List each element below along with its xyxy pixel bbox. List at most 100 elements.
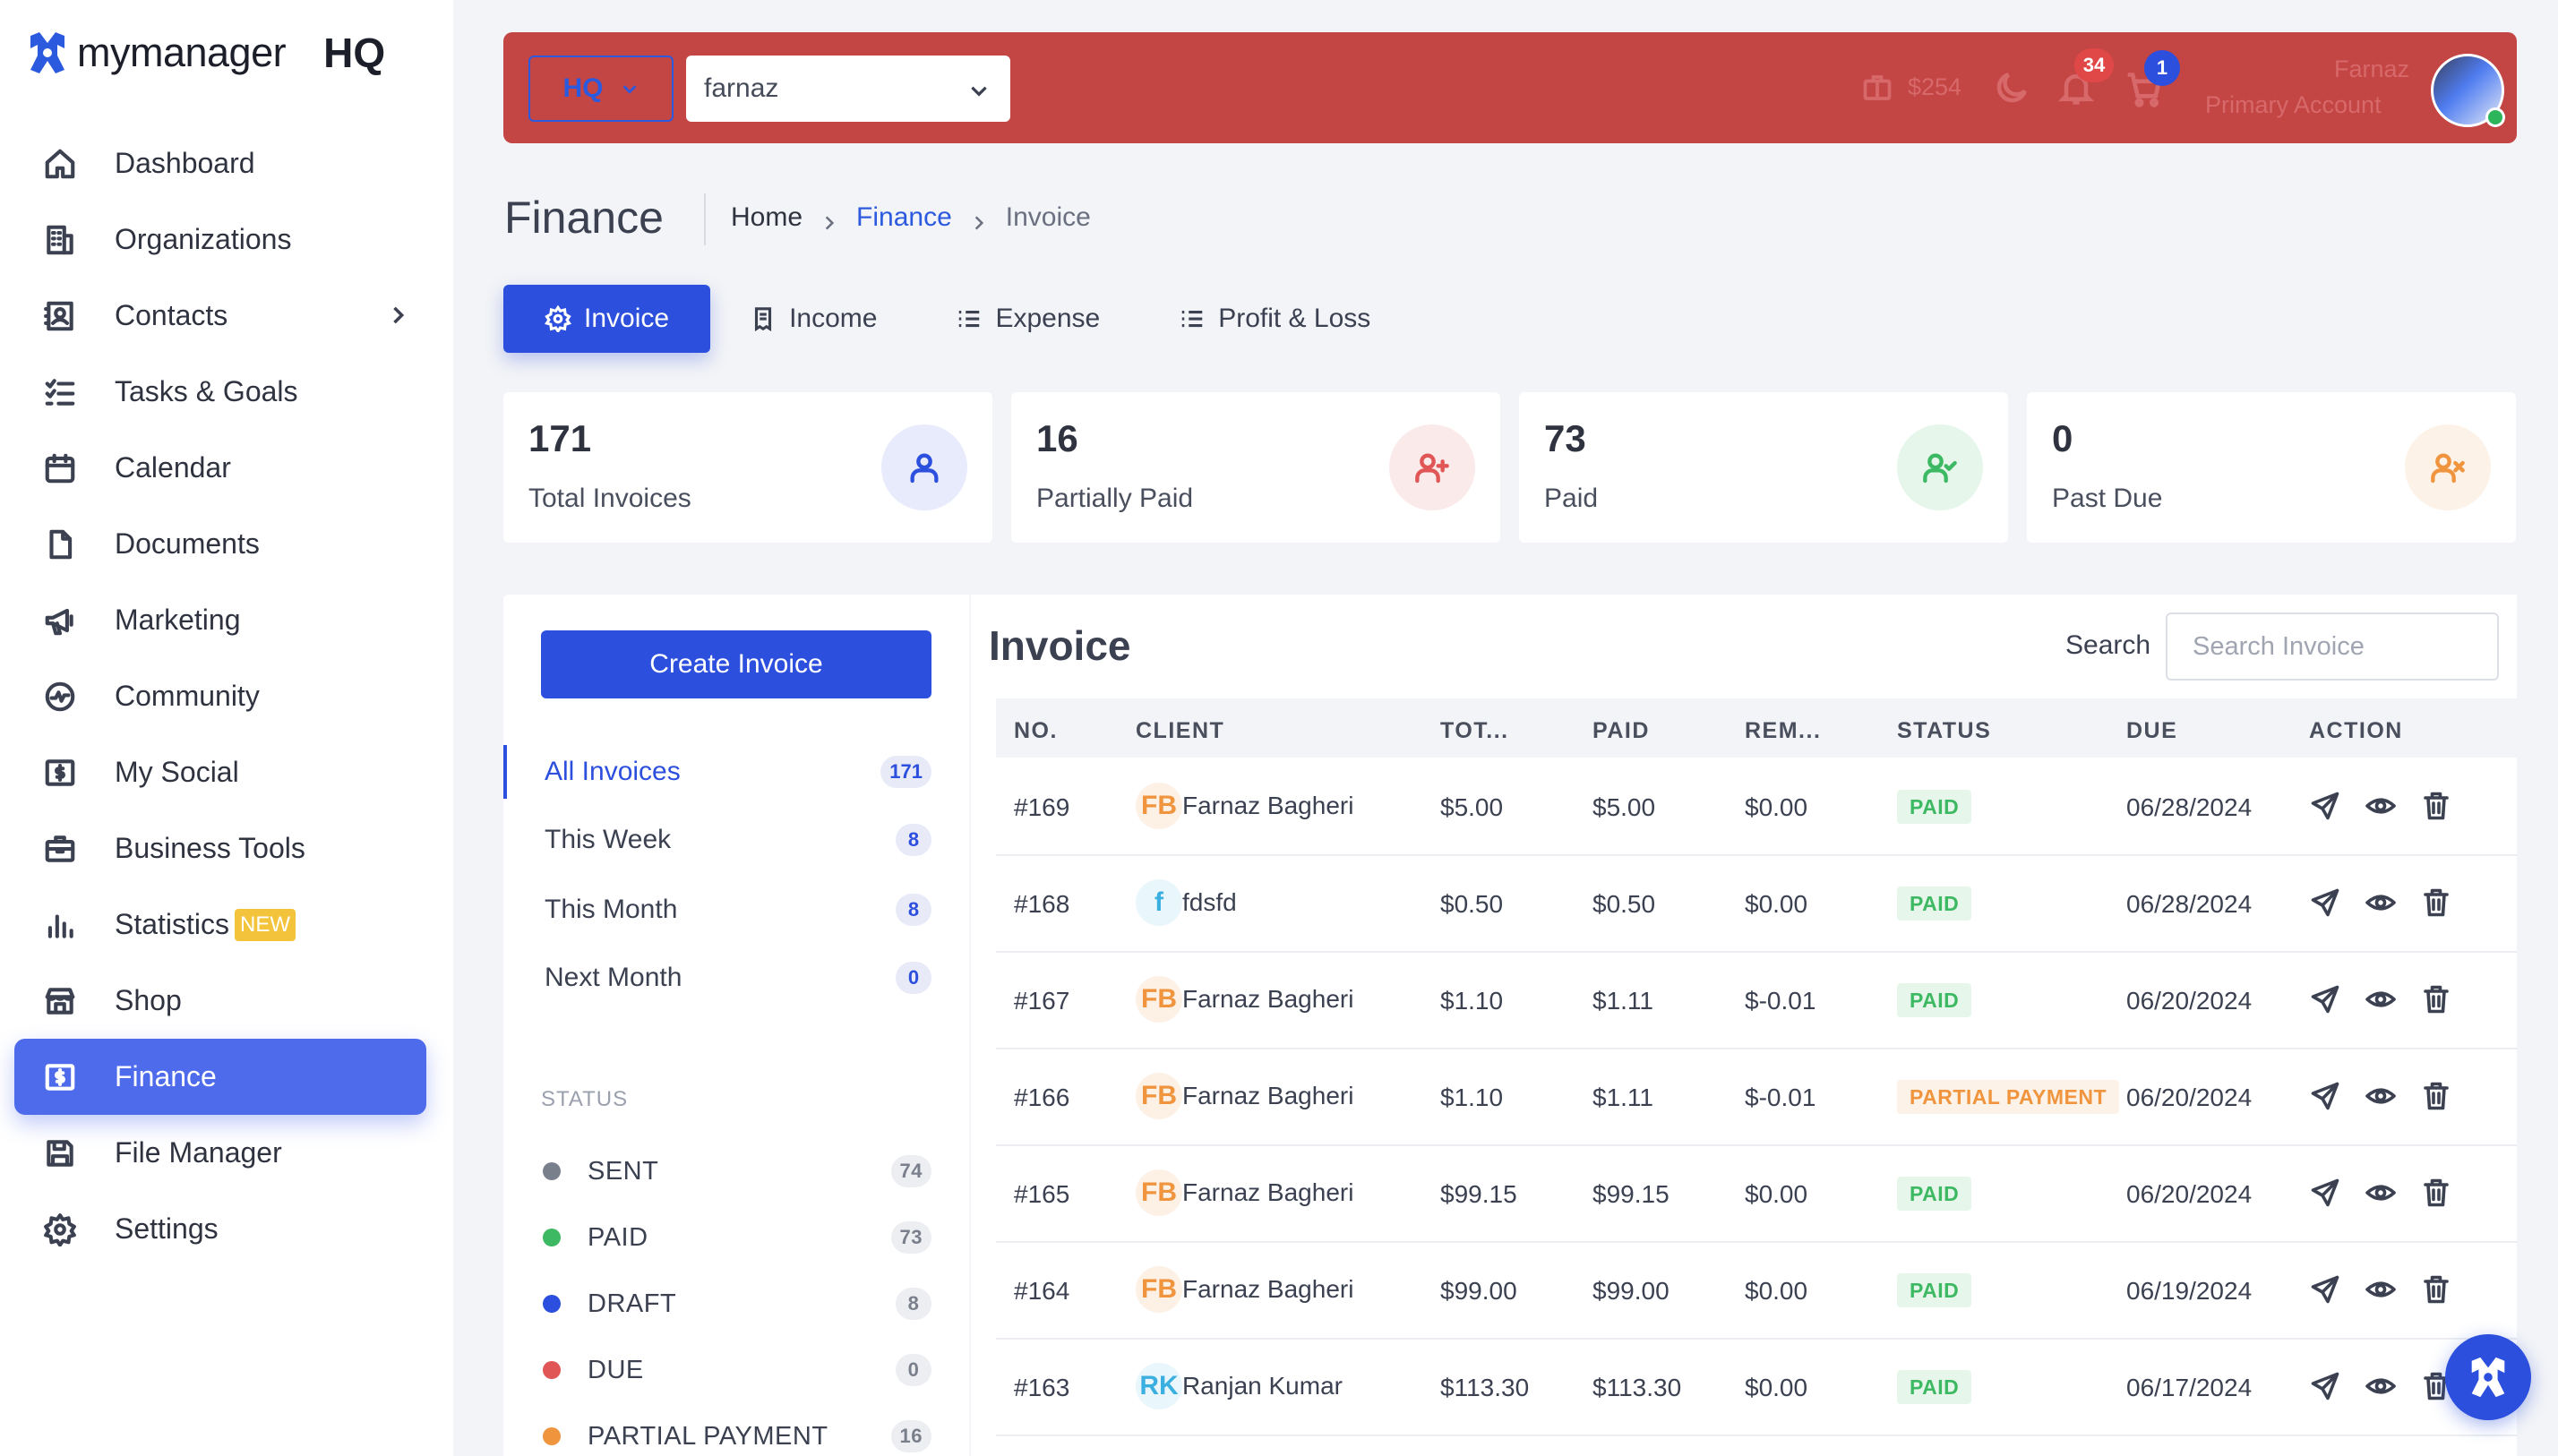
send-icon[interactable] (2309, 1177, 2345, 1212)
invoice-number[interactable]: #168 (1014, 890, 1069, 919)
tab-profit-loss[interactable]: Profit & Loss (1139, 285, 1410, 353)
table-row[interactable]: #166 FB Farnaz Bagheri $1.10 $1.11 $-0.01 PART… (996, 1049, 2517, 1146)
sidebar-item-documents[interactable]: Documents (14, 506, 426, 582)
client-name: fdsfd (1182, 888, 1237, 916)
table-row[interactable]: #169 FB Farnaz Bagheri $5.00 $5.00 $0.00 PAID 0… (996, 759, 2517, 856)
tab-expense[interactable]: Expense (916, 285, 1139, 353)
create-invoice-button[interactable]: Create Invoice (541, 630, 931, 698)
invoice-number[interactable]: #164 (1014, 1277, 1069, 1306)
title-divider (704, 193, 706, 245)
table-row[interactable]: #163 RK Ranjan Kumar $113.30 $113.30 $0.00 PAI… (996, 1340, 2517, 1436)
invoice-client[interactable]: FB Farnaz Bagheri (1136, 1266, 1353, 1313)
eye-icon[interactable] (2365, 1370, 2400, 1406)
invoice-client[interactable]: FB Farnaz Bagheri (1136, 1169, 1353, 1216)
sidebar-item-statistics[interactable]: Statistics NEW (14, 886, 426, 963)
eye-icon[interactable] (2365, 1080, 2400, 1116)
status-filter-paid[interactable]: PAID 73 (503, 1212, 969, 1263)
eye-icon[interactable] (2365, 1273, 2400, 1309)
tab-income[interactable]: Income (710, 285, 916, 353)
sidebar-item-organizations[interactable]: Organizations (14, 201, 426, 278)
search-invoice-input[interactable] (2166, 612, 2499, 681)
invoice-client[interactable]: FB Farnaz Bagheri (1136, 976, 1353, 1023)
user-plus-icon (1389, 424, 1475, 510)
eye-icon[interactable] (2365, 983, 2400, 1019)
trash-icon[interactable] (2420, 790, 2456, 826)
sidebar-item-my-social[interactable]: My Social (14, 734, 426, 810)
filter-next-month[interactable]: Next Month 0 (503, 951, 969, 1005)
send-icon[interactable] (2309, 1370, 2345, 1406)
sidebar-item-settings[interactable]: Settings (14, 1191, 426, 1267)
sidebar-item-business-tools[interactable]: Business Tools (14, 810, 426, 886)
status-badge: PAID (1897, 1177, 1972, 1211)
column-header-paid[interactable]: PAID (1592, 718, 1650, 744)
send-icon[interactable] (2309, 886, 2345, 922)
user-select[interactable]: farnaz (686, 56, 1010, 122)
invoice-number[interactable]: #169 (1014, 793, 1069, 822)
status-filter-sent[interactable]: SENT 74 (503, 1146, 969, 1196)
status-filter-due[interactable]: DUE 0 (503, 1345, 969, 1395)
eye-icon[interactable] (2365, 790, 2400, 826)
column-header-status[interactable]: STATUS (1897, 718, 1991, 744)
invoice-number[interactable]: #166 (1014, 1083, 1069, 1112)
sidebar-item-contacts[interactable]: Contacts (14, 278, 426, 354)
invoice-number[interactable]: #167 (1014, 987, 1069, 1015)
send-icon[interactable] (2309, 983, 2345, 1019)
table-row[interactable]: #164 FB Farnaz Bagheri $99.00 $99.00 $0.00 PAI… (996, 1243, 2517, 1340)
calendar-icon (41, 450, 79, 487)
trash-icon[interactable] (2420, 886, 2456, 922)
new-badge: NEW (235, 908, 296, 941)
invoice-number[interactable]: #165 (1014, 1180, 1069, 1209)
status-filter-draft[interactable]: DRAFT 8 (503, 1279, 969, 1329)
tab-invoice[interactable]: Invoice (503, 285, 711, 353)
eye-icon[interactable] (2365, 1177, 2400, 1212)
breadcrumb-home[interactable]: Home (731, 202, 803, 233)
column-header-no[interactable]: NO. (1014, 718, 1058, 744)
wallet-icon[interactable] (1861, 72, 1893, 104)
send-icon[interactable] (2309, 1273, 2345, 1309)
sidebar-item-calendar[interactable]: Calendar (14, 430, 426, 506)
sidebar-item-dashboard[interactable]: Dashboard (14, 125, 426, 201)
trash-icon[interactable] (2420, 1273, 2456, 1309)
filter-this-month[interactable]: This Month 8 (503, 883, 969, 937)
table-row[interactable]: #167 FB Farnaz Bagheri $1.10 $1.11 $-0.01 PAID… (996, 953, 2517, 1049)
breadcrumb-finance[interactable]: Finance (856, 202, 952, 233)
invoice-client[interactable]: FB Farnaz Bagheri (1136, 1073, 1353, 1119)
checklist-icon (41, 373, 79, 411)
trash-icon[interactable] (2420, 1177, 2456, 1212)
invoice-number[interactable]: #163 (1014, 1374, 1069, 1402)
sidebar-item-file-manager[interactable]: File Manager (14, 1115, 426, 1191)
trash-icon[interactable] (2420, 1080, 2456, 1116)
sidebar-item-label: Shop (115, 984, 182, 1016)
filter-this-week[interactable]: This Week 8 (503, 813, 969, 867)
sidebar-item-community[interactable]: Community (14, 658, 426, 734)
trash-icon[interactable] (2420, 983, 2456, 1019)
brand-logo[interactable]: mymanager HQ (27, 27, 385, 79)
sidebar-item-finance[interactable]: Finance (14, 1039, 426, 1115)
mymanager-assistant-button[interactable] (2445, 1334, 2531, 1420)
organization-select[interactable]: HQ (528, 56, 674, 122)
sidebar-item-shop[interactable]: Shop (14, 963, 426, 1039)
sidebar-item-tasks-goals[interactable]: Tasks & Goals (14, 354, 426, 430)
invoice-due-date: 06/20/2024 (2126, 1180, 2253, 1208)
eye-icon[interactable] (2365, 886, 2400, 922)
column-header-total[interactable]: TOT... (1440, 718, 1509, 744)
online-status-dot (2485, 107, 2505, 127)
invoice-due-date: 06/20/2024 (2126, 1083, 2253, 1111)
invoice-client[interactable]: f fdsfd (1136, 879, 1237, 926)
search-label: Search (2065, 630, 2151, 660)
status-filter-partial-payment[interactable]: PARTIAL PAYMENT 16 (503, 1411, 969, 1456)
filter-all-invoices[interactable]: All Invoices 171 (503, 745, 969, 799)
moon-icon[interactable] (1992, 68, 2031, 107)
send-icon[interactable] (2309, 790, 2345, 826)
column-header-remaining[interactable]: REM... (1745, 718, 1821, 744)
column-header-due[interactable]: DUE (2126, 718, 2177, 744)
invoice-client[interactable]: FB Farnaz Bagheri (1136, 783, 1353, 829)
table-row[interactable]: #165 FB Farnaz Bagheri $99.15 $99.15 $0.00 PAI… (996, 1146, 2517, 1243)
status-filter-label: PARTIAL PAYMENT (588, 1421, 828, 1451)
status-dot (543, 1162, 561, 1180)
send-icon[interactable] (2309, 1080, 2345, 1116)
sidebar-item-marketing[interactable]: Marketing (14, 582, 426, 658)
table-row[interactable]: #168 f fdsfd $0.50 $0.50 $0.00 PAID 06/28/2024 (996, 856, 2517, 953)
column-header-client[interactable]: CLIENT (1136, 718, 1224, 744)
invoice-client[interactable]: RK Ranjan Kumar (1136, 1363, 1343, 1409)
